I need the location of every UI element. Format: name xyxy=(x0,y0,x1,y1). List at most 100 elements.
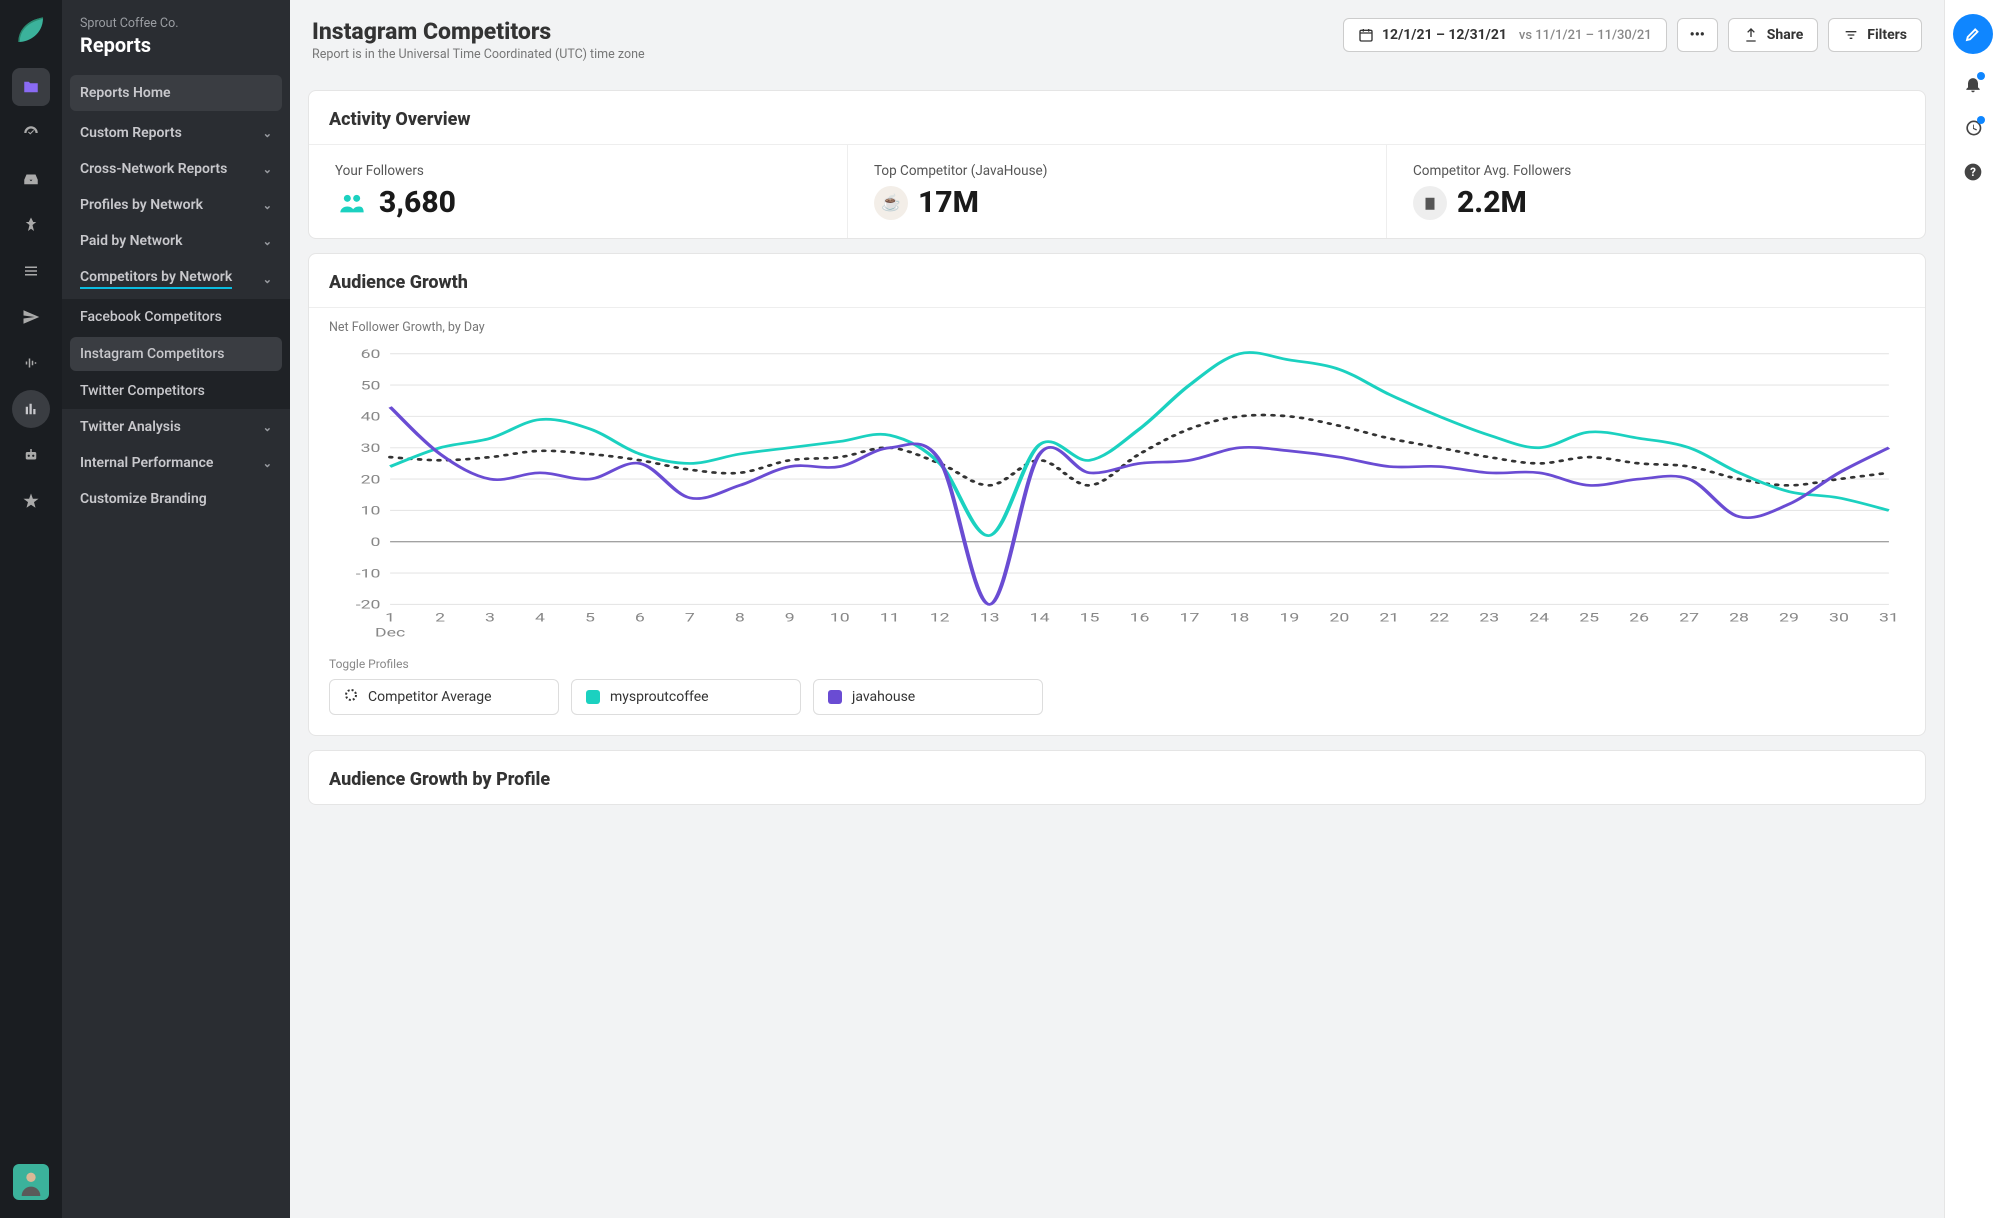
svg-text:26: 26 xyxy=(1629,611,1649,625)
nav-dashboard-icon[interactable] xyxy=(12,114,50,152)
more-icon: ••• xyxy=(1690,27,1705,43)
card-title: Audience Growth by Profile xyxy=(309,751,1925,804)
svg-text:17: 17 xyxy=(1180,611,1200,625)
history-icon[interactable] xyxy=(1963,118,1983,142)
sidebar-submenu-competitors: Facebook Competitors Instagram Competito… xyxy=(62,299,290,409)
stat-your-followers: Your Followers 3,680 xyxy=(309,145,847,238)
sidebar-header: Sprout Coffee Co. Reports xyxy=(62,0,290,71)
audience-growth-by-profile-card: Audience Growth by Profile xyxy=(308,750,1926,805)
people-icon xyxy=(335,186,369,220)
toggle-javahouse[interactable]: javahouse xyxy=(813,679,1043,715)
nav-pin-icon[interactable] xyxy=(12,206,50,244)
svg-text:31: 31 xyxy=(1879,611,1899,625)
svg-text:9: 9 xyxy=(785,611,795,625)
toggle-profiles-label: Toggle Profiles xyxy=(329,657,1905,671)
brand-logo xyxy=(15,14,47,46)
svg-text:30: 30 xyxy=(361,441,381,455)
svg-text:25: 25 xyxy=(1579,611,1599,625)
svg-text:-10: -10 xyxy=(356,566,381,580)
audience-growth-card: Audience Growth Net Follower Growth, by … xyxy=(308,253,1926,736)
nav-list-icon[interactable] xyxy=(12,252,50,290)
svg-text:6: 6 xyxy=(635,611,645,625)
filters-button[interactable]: Filters xyxy=(1828,18,1922,52)
more-button[interactable]: ••• xyxy=(1677,18,1718,52)
nav-audio-icon[interactable] xyxy=(12,344,50,382)
nav-reports-icon[interactable] xyxy=(12,390,50,428)
toggle-mysproutcoffee[interactable]: mysproutcoffee xyxy=(571,679,801,715)
share-button[interactable]: Share xyxy=(1728,18,1819,52)
sidebar-item-paid-network[interactable]: Paid by Network⌄ xyxy=(62,223,290,259)
svg-text:Dec: Dec xyxy=(375,626,405,640)
notifications-icon[interactable] xyxy=(1963,74,1983,98)
svg-text:29: 29 xyxy=(1779,611,1799,625)
svg-text:15: 15 xyxy=(1080,611,1100,625)
svg-text:5: 5 xyxy=(585,611,595,625)
svg-text:40: 40 xyxy=(361,410,381,424)
svg-text:10: 10 xyxy=(361,504,381,518)
sidebar-item-custom-reports[interactable]: Custom Reports⌄ xyxy=(62,115,290,151)
sidebar-item-reports-home[interactable]: Reports Home xyxy=(70,75,282,111)
topbar: Instagram Competitors Report is in the U… xyxy=(290,0,1944,76)
calendar-icon xyxy=(1358,27,1374,43)
card-title: Activity Overview xyxy=(309,91,1925,144)
svg-text:8: 8 xyxy=(735,611,745,625)
dotted-swatch-icon xyxy=(344,688,358,706)
help-icon[interactable]: ? xyxy=(1963,162,1983,186)
svg-text:50: 50 xyxy=(361,378,381,392)
svg-text:11: 11 xyxy=(880,611,900,625)
svg-text:12: 12 xyxy=(930,611,950,625)
svg-text:20: 20 xyxy=(1329,611,1349,625)
sidebar-item-twitter-analysis[interactable]: Twitter Analysis⌄ xyxy=(62,409,290,445)
chevron-down-icon: ⌄ xyxy=(263,457,272,470)
sidebar-item-competitors-network[interactable]: Competitors by Network⌄ xyxy=(62,259,290,299)
svg-text:2: 2 xyxy=(435,611,445,625)
svg-text:30: 30 xyxy=(1829,611,1849,625)
sidebar-item-profiles-network[interactable]: Profiles by Network⌄ xyxy=(62,187,290,223)
company-name: Sprout Coffee Co. xyxy=(80,16,272,31)
svg-text:10: 10 xyxy=(830,611,850,625)
sidebar-item-ig-competitors[interactable]: Instagram Competitors xyxy=(70,337,282,371)
nav-bot-icon[interactable] xyxy=(12,436,50,474)
sidebar-item-fb-competitors[interactable]: Facebook Competitors xyxy=(62,299,290,335)
svg-text:19: 19 xyxy=(1279,611,1299,625)
sidebar-item-cross-network[interactable]: Cross-Network Reports⌄ xyxy=(62,151,290,187)
nav-folder-icon[interactable] xyxy=(12,68,50,106)
svg-text:27: 27 xyxy=(1679,611,1699,625)
chart-subtitle: Net Follower Growth, by Day xyxy=(329,320,1905,335)
svg-text:23: 23 xyxy=(1479,611,1499,625)
page-title: Instagram Competitors xyxy=(312,18,645,45)
svg-text:21: 21 xyxy=(1379,611,1399,625)
compose-button[interactable] xyxy=(1953,14,1993,54)
user-avatar[interactable] xyxy=(13,1164,49,1200)
global-nav-rail xyxy=(0,0,62,1218)
chevron-down-icon: ⌄ xyxy=(263,273,272,286)
sidebar: Sprout Coffee Co. Reports Reports Home C… xyxy=(62,0,290,1218)
svg-text:24: 24 xyxy=(1529,611,1550,625)
svg-text:1: 1 xyxy=(385,611,395,625)
sidebar-item-tw-competitors[interactable]: Twitter Competitors xyxy=(62,373,290,409)
color-swatch-icon xyxy=(586,690,600,704)
competitor-avatar: ☕ xyxy=(874,186,908,220)
toggle-competitor-average[interactable]: Competitor Average xyxy=(329,679,559,715)
right-rail: ? xyxy=(1944,0,2000,1218)
share-icon xyxy=(1743,27,1759,43)
building-icon xyxy=(1413,186,1447,220)
card-title: Audience Growth xyxy=(309,254,1925,307)
svg-text:13: 13 xyxy=(980,611,1000,625)
main-content: Instagram Competitors Report is in the U… xyxy=(290,0,1944,1218)
stat-competitor-avg: Competitor Avg. Followers 2.2M xyxy=(1386,145,1925,238)
svg-text:18: 18 xyxy=(1229,611,1249,625)
sidebar-item-customize-branding[interactable]: Customize Branding xyxy=(62,481,290,517)
date-range-button[interactable]: 12/1/21 – 12/31/21 vs 11/1/21 – 11/30/21 xyxy=(1343,18,1667,52)
nav-star-icon[interactable] xyxy=(12,482,50,520)
nav-inbox-icon[interactable] xyxy=(12,160,50,198)
color-swatch-icon xyxy=(828,690,842,704)
nav-send-icon[interactable] xyxy=(12,298,50,336)
svg-text:4: 4 xyxy=(535,611,546,625)
svg-text:22: 22 xyxy=(1429,611,1449,625)
stat-top-competitor: Top Competitor (JavaHouse) ☕ 17M xyxy=(847,145,1386,238)
sidebar-item-internal-performance[interactable]: Internal Performance⌄ xyxy=(62,445,290,481)
growth-chart: -20-100102030405060123456789101112131415… xyxy=(329,343,1905,643)
svg-text:60: 60 xyxy=(361,347,381,361)
svg-text:14: 14 xyxy=(1030,611,1051,625)
